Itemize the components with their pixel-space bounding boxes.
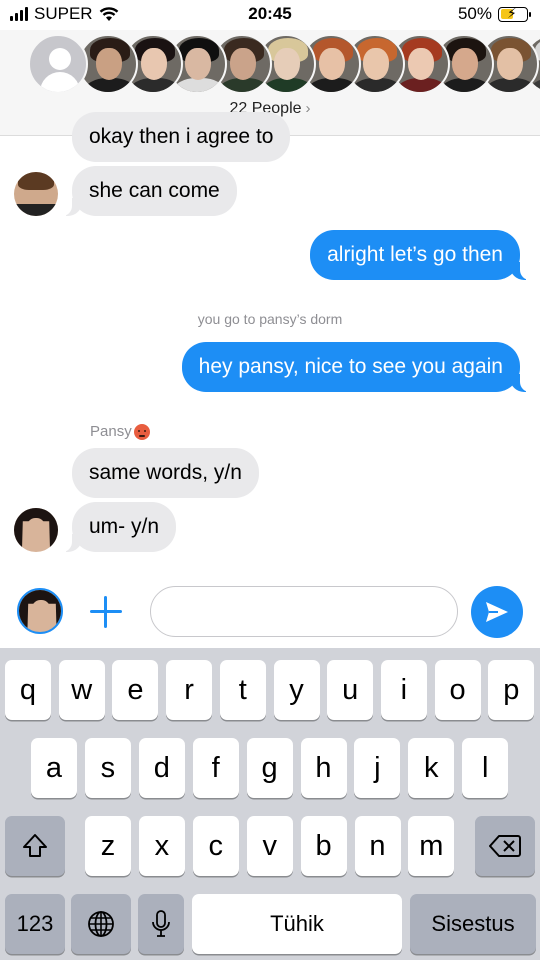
message-bubble[interactable]: um- y/n bbox=[59, 502, 177, 552]
key-u[interactable]: u bbox=[327, 660, 374, 720]
participant-avatars[interactable] bbox=[28, 34, 540, 94]
send-button[interactable] bbox=[471, 586, 523, 638]
key-b[interactable]: b bbox=[300, 816, 347, 876]
system-note: you go to pansy’s dorm bbox=[197, 311, 343, 327]
battery-percent: 50% bbox=[457, 4, 492, 23]
delete-key[interactable] bbox=[475, 816, 535, 876]
shift-key[interactable] bbox=[5, 816, 65, 876]
message-text: um- y/n bbox=[89, 515, 160, 538]
key-z[interactable]: z bbox=[85, 816, 131, 876]
key-v[interactable]: v bbox=[246, 816, 293, 876]
sender-avatar[interactable] bbox=[14, 172, 58, 216]
chevron-right-icon: › bbox=[305, 100, 311, 117]
sender-name: Pansy bbox=[90, 423, 150, 440]
angry-face-emoji-icon bbox=[133, 423, 150, 440]
key-e[interactable]: e bbox=[112, 660, 159, 720]
key-c[interactable]: c bbox=[192, 816, 239, 876]
key-j[interactable]: j bbox=[354, 738, 401, 798]
numbers-key[interactable]: 123 bbox=[5, 894, 65, 954]
plus-icon[interactable] bbox=[88, 594, 124, 630]
key-f[interactable]: f bbox=[192, 738, 239, 798]
message-input[interactable] bbox=[150, 586, 458, 637]
microphone-icon bbox=[152, 910, 170, 937]
composer-bar bbox=[0, 578, 540, 648]
charging-bolt-icon: ⚡ bbox=[507, 4, 517, 21]
message-bubble[interactable]: same words, y/n bbox=[72, 448, 259, 498]
send-arrow-icon bbox=[486, 602, 508, 622]
battery-icon: ⚡ bbox=[498, 4, 531, 22]
key-h[interactable]: h bbox=[300, 738, 347, 798]
key-n[interactable]: n bbox=[354, 816, 401, 876]
key-x[interactable]: x bbox=[138, 816, 185, 876]
key-r[interactable]: r bbox=[166, 660, 213, 720]
key-d[interactable]: d bbox=[138, 738, 185, 798]
message-bubble[interactable]: okay then i agree to bbox=[72, 112, 291, 162]
message-bubble-sent[interactable]: hey pansy, nice to see you again bbox=[181, 342, 533, 392]
message-bubble[interactable]: she can come bbox=[60, 166, 237, 216]
shift-icon bbox=[23, 834, 47, 857]
key-s[interactable]: s bbox=[84, 738, 131, 798]
space-key[interactable]: Tühik bbox=[192, 894, 402, 954]
sender-avatar[interactable] bbox=[14, 508, 58, 552]
key-t[interactable]: t bbox=[219, 660, 266, 720]
globe-key[interactable] bbox=[71, 894, 131, 954]
delete-icon bbox=[489, 835, 521, 857]
key-y[interactable]: y bbox=[273, 660, 320, 720]
message-text: alright let’s go then bbox=[327, 243, 503, 266]
message-bubble-sent[interactable]: alright let’s go then bbox=[310, 230, 532, 280]
key-a[interactable]: a bbox=[31, 738, 77, 798]
key-i[interactable]: i bbox=[380, 660, 427, 720]
key-q[interactable]: q bbox=[5, 660, 51, 720]
key-m[interactable]: m bbox=[408, 816, 455, 876]
globe-icon bbox=[88, 911, 114, 937]
keyboard: 123 Tühik Sisestus qwertyuiop asdfghjkl zx… bbox=[0, 648, 540, 960]
message-text: same words, y/n bbox=[89, 461, 242, 484]
placeholder-avatar[interactable] bbox=[28, 34, 88, 94]
dictation-key[interactable] bbox=[138, 894, 184, 954]
sender-name-label: Pansy bbox=[90, 423, 132, 440]
key-g[interactable]: g bbox=[246, 738, 293, 798]
key-w[interactable]: w bbox=[58, 660, 105, 720]
my-avatar[interactable] bbox=[17, 588, 63, 634]
key-l[interactable]: l bbox=[462, 738, 509, 798]
key-o[interactable]: o bbox=[434, 660, 481, 720]
message-text: she can come bbox=[89, 179, 220, 202]
message-text: okay then i agree to bbox=[89, 125, 274, 148]
key-k[interactable]: k bbox=[408, 738, 455, 798]
return-key[interactable]: Sisestus bbox=[410, 894, 536, 954]
status-bar: SUPER 20:45 50% ⚡ bbox=[0, 0, 540, 30]
key-p[interactable]: p bbox=[488, 660, 535, 720]
message-text: hey pansy, nice to see you again bbox=[198, 355, 503, 378]
